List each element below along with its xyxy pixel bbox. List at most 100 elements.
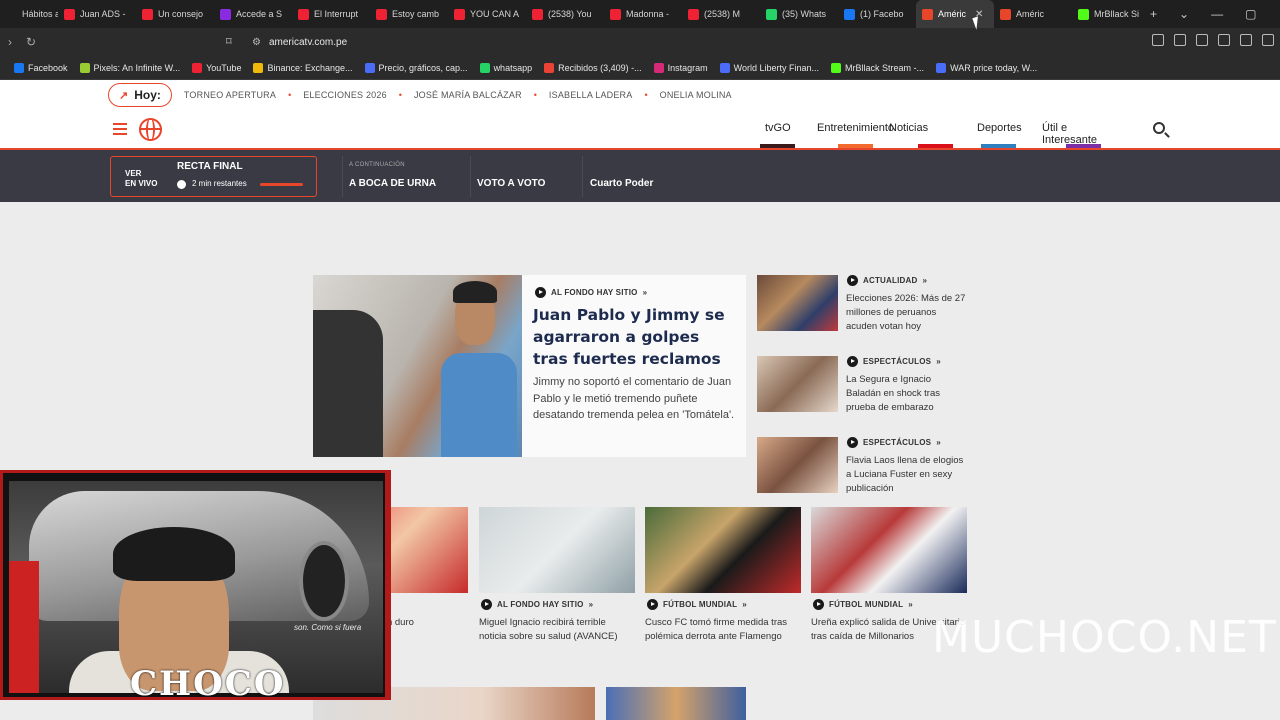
bookmark-item[interactable]: Binance: Exchange... — [253, 62, 353, 73]
bookmark-item[interactable]: whatsapp — [479, 62, 532, 73]
trend-link[interactable]: TORNEO APERTURA — [184, 90, 276, 100]
extension-icon[interactable] — [1240, 34, 1252, 46]
featured-article-image[interactable] — [313, 275, 522, 457]
browser-tab[interactable]: (35) Whats — [760, 0, 838, 28]
browser-tab[interactable]: Juan ADS - — [58, 0, 136, 28]
forward-icon[interactable]: › — [8, 35, 12, 49]
tab-title: Accede a S — [236, 9, 283, 19]
trend-link[interactable]: ONELIA MOLINA — [660, 90, 732, 100]
bookmark-item[interactable]: Precio, gráficos, cap... — [364, 62, 468, 73]
bookmark-item[interactable]: WAR price today, W... — [936, 62, 1037, 73]
browser-tab[interactable]: YOU CAN A — [448, 0, 526, 28]
article-kicker[interactable]: AL FONDO HAY SITIO » — [481, 599, 593, 610]
extension-icon[interactable] — [1218, 34, 1230, 46]
article-thumbnail[interactable] — [645, 507, 801, 593]
chevron-right-icon: » — [936, 438, 941, 447]
side-article[interactable]: ESPECTÁCULOS » La Segura e Ignacio Baladán… — [757, 356, 968, 415]
article-kicker[interactable]: ACTUALIDAD » — [847, 275, 927, 286]
bookmark-item[interactable]: Pixels: An Infinite W... — [79, 62, 181, 73]
tab-search-icon[interactable]: ⌄ — [1179, 7, 1189, 21]
bookmark-icon[interactable]: ⌑ — [226, 35, 232, 48]
article-headline[interactable]: La Segura e Ignacio Baladán en shock tra… — [846, 373, 968, 415]
america-logo-icon[interactable] — [139, 118, 162, 141]
bookmark-label: Pixels: An Infinite W... — [93, 62, 181, 73]
minimize-button[interactable]: — — [1211, 7, 1223, 21]
article-thumbnail[interactable] — [757, 275, 838, 331]
bookmark-label: World Liberty Finan... — [733, 62, 820, 73]
browser-tab[interactable]: Hábitos ató — [0, 0, 58, 28]
article-card[interactable]: AL FONDO HAY SITIO » Miguel Ignacio recibi… — [479, 507, 635, 667]
article-kicker[interactable]: FÚTBOL MUNDIAL » — [647, 599, 747, 610]
trend-link[interactable]: ELECCIONES 2026 — [303, 90, 387, 100]
extension-icon[interactable] — [1262, 34, 1274, 46]
separator-dot: • — [533, 90, 537, 100]
article-kicker[interactable]: ESPECTÁCULOS » — [847, 437, 941, 448]
chevron-right-icon: » — [936, 357, 941, 366]
article-thumbnail[interactable] — [757, 356, 838, 412]
article-headline[interactable]: Cusco FC tomó firme medida tras polémica… — [645, 616, 801, 644]
trend-link[interactable]: ISABELLA LADERA — [549, 90, 633, 100]
schedule-item[interactable]: Cuarto Poder — [582, 156, 682, 197]
featured-article[interactable]: AL FONDO HAY SITIO » Juan Pablo y Jimmy … — [313, 275, 746, 457]
browser-tab[interactable]: Améric — [994, 0, 1072, 28]
bookmark-item[interactable]: World Liberty Finan... — [719, 62, 820, 73]
nav-item[interactable]: Noticias — [889, 122, 928, 134]
nav-item[interactable]: tvGO — [765, 122, 791, 134]
reload-icon[interactable]: ↻ — [26, 35, 36, 49]
nav-item[interactable]: Útil e Interesante — [1042, 122, 1097, 146]
tab-favicon-icon — [532, 8, 543, 20]
article-thumbnail[interactable] — [479, 507, 635, 593]
bookmark-favicon-icon — [192, 62, 203, 73]
side-article[interactable]: ACTUALIDAD » Elecciones 2026: Más de 27 mi… — [757, 275, 968, 334]
browser-tab[interactable]: El Interrupt — [292, 0, 370, 28]
channel-logo: CHOCO — [130, 664, 286, 704]
browser-tab[interactable]: MrBllack Si — [1072, 0, 1150, 28]
extension-icon[interactable] — [1196, 34, 1208, 46]
tab-favicon-icon — [220, 8, 231, 20]
nav-item[interactable]: Entretenimiento — [817, 122, 894, 134]
bookmark-item[interactable]: YouTube — [192, 62, 241, 73]
extension-icon[interactable] — [1174, 34, 1186, 46]
side-article[interactable]: ESPECTÁCULOS » Flavia Laos llena de elogio… — [757, 437, 968, 496]
hoy-badge[interactable]: ↗ Hoy: — [108, 83, 172, 107]
extension-icon[interactable] — [1152, 34, 1164, 46]
article-thumbnail[interactable] — [811, 507, 967, 593]
maximize-button[interactable]: ▢ — [1245, 7, 1256, 21]
url-field[interactable]: ⚙ americatv.com.pe — [252, 32, 1032, 52]
schedule-item-next[interactable]: A CONTINUACIÓN A BOCA DE URNA — [342, 156, 452, 197]
chevron-right-icon: » — [922, 276, 928, 285]
tab-title: El Interrupt — [314, 9, 359, 19]
tab-favicon-icon — [766, 8, 777, 20]
browser-tab[interactable]: Un consejo — [136, 0, 214, 28]
article-headline[interactable]: Elecciones 2026: Más de 27 millones de p… — [846, 292, 968, 334]
bookmark-item[interactable]: Instagram — [653, 62, 708, 73]
trend-link[interactable]: JOSÉ MARÍA BALCÁZAR — [414, 90, 522, 100]
browser-tab[interactable]: (1) Facebo — [838, 0, 916, 28]
article-kicker[interactable]: AL FONDO HAY SITIO » — [535, 287, 647, 298]
browser-tab[interactable]: Accede a S — [214, 0, 292, 28]
browser-tab[interactable]: Estoy camb — [370, 0, 448, 28]
bookmark-item[interactable]: Facebook — [14, 62, 68, 73]
chevron-right-icon: » — [742, 600, 747, 609]
browser-tab[interactable]: (2538) You — [526, 0, 604, 28]
browser-tab[interactable]: (2538) M — [682, 0, 760, 28]
search-icon[interactable] — [1153, 122, 1165, 134]
featured-article-title[interactable]: Juan Pablo y Jimmy se agarraron a golpes… — [533, 304, 738, 370]
article-headline[interactable]: Miguel Ignacio recibirá terrible noticia… — [479, 616, 635, 644]
article-thumbnail[interactable] — [757, 437, 838, 493]
menu-icon[interactable] — [113, 123, 127, 135]
schedule-item[interactable]: VOTO A VOTO — [470, 156, 570, 197]
article-kicker[interactable]: ESPECTÁCULOS » — [847, 356, 941, 367]
article-kicker[interactable]: FÚTBOL MUNDIAL » — [813, 599, 913, 610]
bookmark-favicon-icon — [79, 62, 90, 73]
bookmark-item[interactable]: MrBllack Stream -... — [831, 62, 924, 73]
article-headline[interactable]: Flavia Laos llena de elogios a Luciana F… — [846, 454, 968, 496]
browser-tab[interactable]: Madonna - — [604, 0, 682, 28]
nav-item[interactable]: Deportes — [977, 122, 1022, 134]
site-info-icon[interactable]: ⚙ — [252, 37, 261, 48]
article-card[interactable]: FÚTBOL MUNDIAL » Cusco FC tomó firme medid… — [645, 507, 801, 667]
article-thumbnail[interactable] — [606, 687, 746, 720]
live-now-box[interactable]: VER EN VIVO RECTA FINAL 2 min restantes — [110, 156, 317, 197]
new-tab-button[interactable]: + — [1150, 7, 1157, 21]
bookmark-item[interactable]: Recibidos (3,409) -... — [544, 62, 642, 73]
